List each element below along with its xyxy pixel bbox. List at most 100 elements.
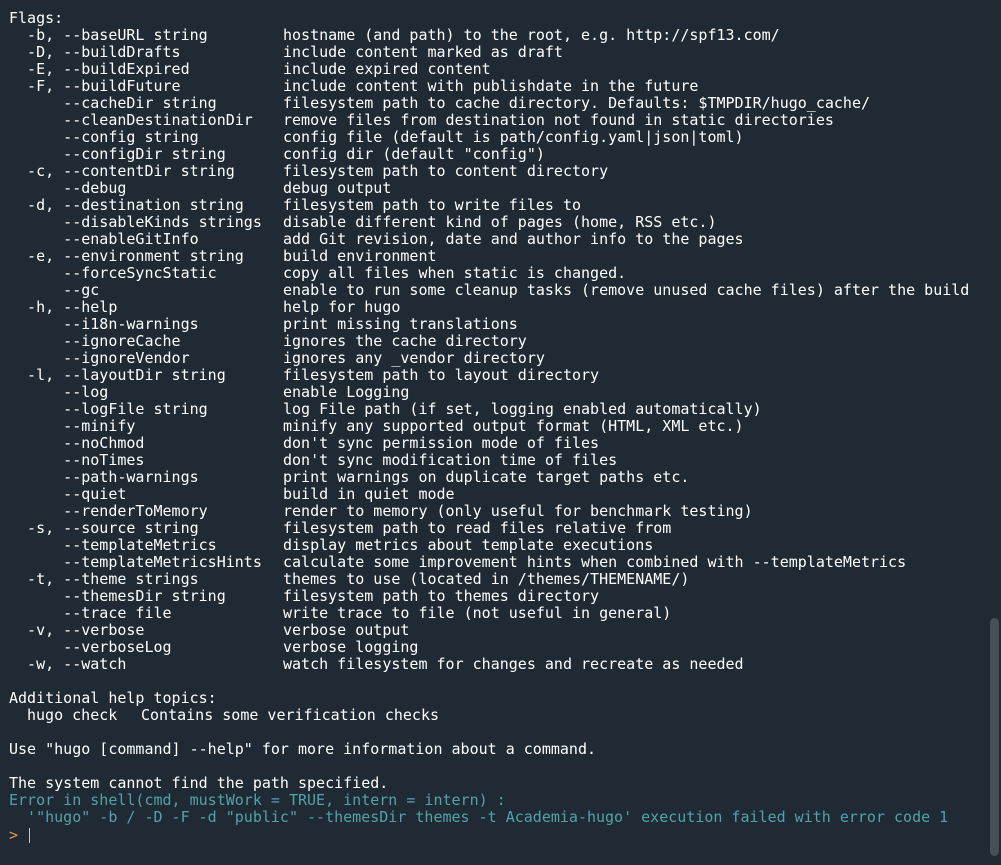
flag-option: --forceSyncStatic bbox=[9, 264, 217, 282]
flag-row: --config string config file (default is p… bbox=[9, 129, 987, 146]
flag-row: --forceSyncStatic copy all files when sta… bbox=[9, 265, 987, 282]
flag-description: build in quiet mode bbox=[283, 485, 455, 503]
flag-description: verbose output bbox=[283, 621, 410, 639]
usage-line: Use "hugo [command] --help" for more inf… bbox=[9, 740, 596, 758]
flag-option: --minify bbox=[9, 417, 136, 435]
flag-option: -w, --watch bbox=[9, 655, 127, 673]
flag-description: ignores the cache directory bbox=[283, 332, 527, 350]
flag-row: --verboseLog verbose logging bbox=[9, 639, 987, 656]
flag-row: -e, --environment string build environmen… bbox=[9, 248, 987, 265]
flag-description: include content marked as draft bbox=[283, 43, 563, 61]
help-topic-name: hugo check bbox=[27, 706, 118, 724]
flag-row: --cacheDir string filesystem path to cach… bbox=[9, 95, 987, 112]
flag-description: themes to use (located in /themes/THEMEN… bbox=[283, 570, 690, 588]
flag-description: filesystem path to content directory bbox=[283, 162, 609, 180]
flag-description: config file (default is path/config.yaml… bbox=[283, 128, 744, 146]
flag-row: -s, --source string filesystem path to re… bbox=[9, 520, 987, 537]
flag-option: --gc bbox=[9, 281, 100, 299]
flag-description: filesystem path to read files relative f… bbox=[283, 519, 672, 537]
flag-option: -b, --baseURL string bbox=[9, 26, 208, 44]
r-console: Flags: -b, --baseURL string hostname (and… bbox=[0, 0, 1001, 865]
flag-description: remove files from destination not found … bbox=[283, 111, 834, 129]
flag-row: -d, --destination string filesystem path … bbox=[9, 197, 987, 214]
flag-row: --noTimes don't sync modification time of… bbox=[9, 452, 987, 469]
flag-row: -w, --watch watch filesystem for changes … bbox=[9, 656, 987, 673]
scrollbar-thumb[interactable] bbox=[990, 618, 999, 856]
flag-option: -c, --contentDir string bbox=[9, 162, 235, 180]
flag-description: filesystem path to themes directory bbox=[283, 587, 600, 605]
console-input-line[interactable]: > bbox=[9, 826, 987, 844]
flag-description: filesystem path to cache directory. Defa… bbox=[283, 94, 870, 112]
flag-option: -F, --buildFuture bbox=[9, 77, 181, 95]
flag-description: filesystem path to layout directory bbox=[283, 366, 600, 384]
vertical-scrollbar[interactable] bbox=[987, 0, 1001, 865]
error-message: Error in shell(cmd, mustWork = TRUE, int… bbox=[9, 791, 506, 809]
flags-list: -b, --baseURL string hostname (and path) … bbox=[9, 27, 987, 673]
error-detail: '"hugo" -b / -D -F -d "public" --themesD… bbox=[9, 808, 949, 826]
flag-option: --ignoreVendor bbox=[9, 349, 190, 367]
flag-row: --themesDir string filesystem path to the… bbox=[9, 588, 987, 605]
flag-row: -l, --layoutDir string filesystem path to… bbox=[9, 367, 987, 384]
flags-heading: Flags: bbox=[9, 9, 64, 27]
flag-description: filesystem path to write files to bbox=[283, 196, 582, 214]
help-topics-heading: Additional help topics: bbox=[9, 689, 217, 707]
flag-description: don't sync modification time of files bbox=[283, 451, 618, 469]
flag-option: -d, --destination string bbox=[9, 196, 244, 214]
flag-option: -h, --help bbox=[9, 298, 118, 316]
flag-description: add Git revision, date and author info t… bbox=[283, 230, 744, 248]
flag-description: ignores any _vendor directory bbox=[283, 349, 545, 367]
text-cursor bbox=[29, 827, 31, 843]
flag-option: --enableGitInfo bbox=[9, 230, 199, 248]
flag-description: config dir (default "config") bbox=[283, 145, 545, 163]
flag-option: --config string bbox=[9, 128, 199, 146]
flag-row: --configDir string config dir (default "c… bbox=[9, 146, 987, 163]
flag-description: enable Logging bbox=[283, 383, 410, 401]
flag-row: --ignoreVendor ignores any _vendor direct… bbox=[9, 350, 987, 367]
flag-row: --templateMetrics display metrics about t… bbox=[9, 537, 987, 554]
flag-row: --disableKinds strings disable different … bbox=[9, 214, 987, 231]
flag-option: --templateMetrics bbox=[9, 536, 217, 554]
flag-option: -l, --layoutDir string bbox=[9, 366, 226, 384]
flag-row: --renderToMemory render to memory (only u… bbox=[9, 503, 987, 520]
flag-option: --log bbox=[9, 383, 109, 401]
flag-row: --debug debug output bbox=[9, 180, 987, 197]
flag-description: debug output bbox=[283, 179, 392, 197]
flag-option: --debug bbox=[9, 179, 127, 197]
flag-description: build environment bbox=[283, 247, 437, 265]
flag-description: hostname (and path) to the root, e.g. ht… bbox=[283, 26, 780, 44]
flag-option: --renderToMemory bbox=[9, 502, 208, 520]
flag-description: include expired content bbox=[283, 60, 491, 78]
system-message: The system cannot find the path specifie… bbox=[9, 774, 389, 792]
prompt-symbol: > bbox=[9, 826, 28, 844]
flag-option: --templateMetricsHints bbox=[9, 553, 262, 571]
flag-option: -E, --buildExpired bbox=[9, 60, 190, 78]
flag-row: -F, --buildFuture include content with pu… bbox=[9, 78, 987, 95]
flag-option: --cacheDir string bbox=[9, 94, 217, 112]
flag-description: render to memory (only useful for benchm… bbox=[283, 502, 753, 520]
flag-option: --noChmod bbox=[9, 434, 145, 452]
console-output: Flags: -b, --baseURL string hostname (and… bbox=[9, 9, 987, 845]
flag-row: -D, --buildDrafts include content marked … bbox=[9, 44, 987, 61]
flag-option: --ignoreCache bbox=[9, 332, 181, 350]
flag-row: --i18n-warnings print missing translation… bbox=[9, 316, 987, 333]
flag-option: -e, --environment string bbox=[9, 247, 244, 265]
flag-row: --quiet build in quiet mode bbox=[9, 486, 987, 503]
flag-row: --path-warnings print warnings on duplica… bbox=[9, 469, 987, 486]
flag-description: display metrics about template execution… bbox=[283, 536, 654, 554]
flag-row: --enableGitInfo add Git revision, date an… bbox=[9, 231, 987, 248]
flag-description: don't sync permission mode of files bbox=[283, 434, 600, 452]
flag-description: verbose logging bbox=[283, 638, 419, 656]
flag-option: --noTimes bbox=[9, 451, 145, 469]
flag-option: --themesDir string bbox=[9, 587, 226, 605]
flag-description: disable different kind of pages (home, R… bbox=[283, 213, 717, 231]
flag-description: write trace to file (not useful in gener… bbox=[283, 604, 672, 622]
flag-row: --noChmod don't sync permission mode of f… bbox=[9, 435, 987, 452]
flag-description: minify any supported output format (HTML… bbox=[283, 417, 744, 435]
flag-description: include content with publishdate in the … bbox=[283, 77, 699, 95]
flag-description: copy all files when static is changed. bbox=[283, 264, 627, 282]
flag-option: --path-warnings bbox=[9, 468, 199, 486]
flag-option: --disableKinds strings bbox=[9, 213, 262, 231]
